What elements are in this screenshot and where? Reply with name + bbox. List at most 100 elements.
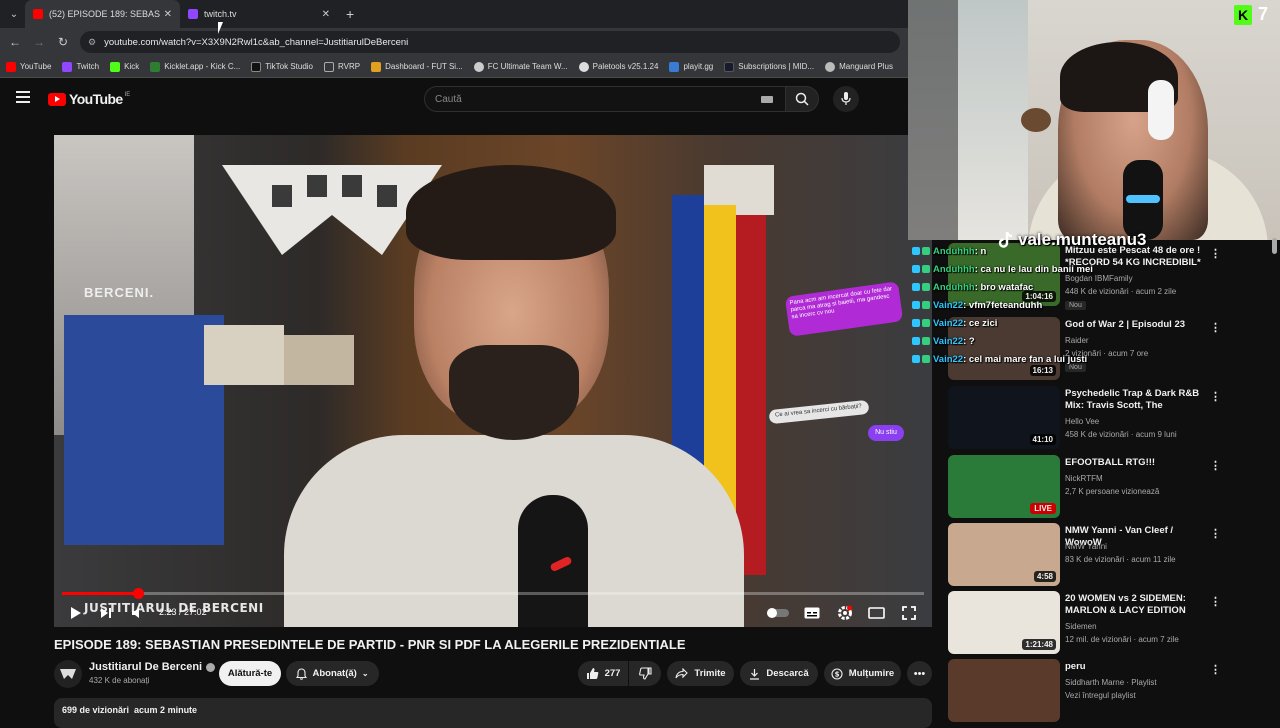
- voice-search-button[interactable]: [833, 86, 859, 112]
- scrubber-handle[interactable]: [132, 588, 144, 599]
- recommended-video[interactable]: LIVE EFOOTBALL RTG!!! NickRTFM 2,7 K persoa…: [948, 455, 1280, 521]
- back-arrow-icon[interactable]: ←: [3, 35, 27, 49]
- close-tab-icon[interactable]: ✕: [322, 9, 330, 20]
- new-tab-button[interactable]: +: [346, 6, 354, 22]
- subtitles-button[interactable]: [802, 605, 822, 621]
- channel-name[interactable]: Bogdan IBMFamily: [1065, 274, 1133, 283]
- video-thumbnail[interactable]: 41:10: [948, 386, 1060, 449]
- subscribed-button[interactable]: Abonat(ă) ⌄: [286, 661, 379, 686]
- channel-name[interactable]: NMW Yanni: [1065, 542, 1107, 551]
- channel-name[interactable]: NickRTFM: [1065, 474, 1103, 483]
- fullscreen-button[interactable]: [899, 605, 919, 621]
- chat-message: Anduhhh: bro watafac: [912, 282, 1033, 293]
- video-meta: Vezi întregul playlist: [1065, 691, 1136, 700]
- bookmark-fut-dashboard[interactable]: Dashboard - FUT Si...: [371, 61, 463, 72]
- video-player[interactable]: BERCENI. Pana acm am incercat doar cu fe…: [54, 135, 932, 627]
- tiktok-icon: [251, 61, 262, 72]
- chat-username: Vain22: [933, 318, 964, 329]
- description-box[interactable]: 699 de vizionări acum 2 minute: [54, 698, 932, 728]
- download-button[interactable]: Descarcă: [740, 661, 818, 686]
- globe-icon: [473, 61, 484, 72]
- bookmark-kicklet[interactable]: Kicklet.app - Kick C...: [150, 61, 240, 72]
- theater-mode-button[interactable]: [866, 605, 886, 621]
- recommended-video[interactable]: 1:21:48 20 WOMEN vs 2 SIDEMEN: MARLON & L…: [948, 591, 1280, 657]
- channel-name[interactable]: Hello Vee: [1065, 417, 1099, 426]
- channel-name[interactable]: Siddharth Marne · Playlist: [1065, 678, 1157, 687]
- bookmark-paletools[interactable]: Paletools v25.1.24: [578, 61, 658, 72]
- bookmark-twitch[interactable]: Twitch: [62, 61, 99, 72]
- browser-toolbar: ← → ↻ ⚙ youtube.com/watch?v=X3X9N2Rwl1c&…: [0, 28, 908, 56]
- channel-name[interactable]: Raider: [1065, 336, 1089, 345]
- theater-mode-icon: [867, 607, 885, 619]
- upload-date: acum 2 minute: [134, 705, 198, 715]
- like-button[interactable]: 277: [578, 661, 628, 686]
- share-button[interactable]: Trimite: [667, 661, 734, 686]
- recommended-video[interactable]: 4:58 NMW Yanni - Van Cleef / WowoW NMW Yan…: [948, 523, 1280, 589]
- search-input[interactable]: Caută: [424, 86, 785, 112]
- recommended-video[interactable]: 16:13 God of War 2 | Episodul 23 Raider 2 v…: [948, 317, 1280, 383]
- more-options-icon[interactable]: ⋮: [1210, 247, 1221, 260]
- video-meta: 12 mil. de vizionări · acum 7 zile: [1065, 635, 1179, 644]
- thanks-button[interactable]: $ Mulțumire: [824, 661, 901, 686]
- site-info-icon[interactable]: ⚙: [88, 37, 96, 48]
- browser-tab-twitch[interactable]: twitch.tv ✕: [180, 0, 338, 28]
- chat-badge-icon: [922, 247, 930, 255]
- share-icon: [675, 668, 689, 679]
- settings-button[interactable]: [835, 605, 855, 621]
- channel-name[interactable]: Justitiarul De Berceni: [89, 661, 216, 673]
- search-button[interactable]: [785, 86, 819, 112]
- more-actions-button[interactable]: •••: [907, 661, 932, 686]
- join-button[interactable]: Alătură-te: [219, 661, 281, 686]
- video-title[interactable]: peru: [1065, 661, 1205, 673]
- more-options-icon[interactable]: ⋮: [1210, 595, 1221, 608]
- bookmark-youtube[interactable]: YouTube: [6, 61, 51, 72]
- video-title[interactable]: 20 WOMEN vs 2 SIDEMEN: MARLON & LACY EDI…: [1065, 593, 1205, 617]
- tab-search-button[interactable]: ⌄: [3, 3, 25, 25]
- address-bar[interactable]: ⚙ youtube.com/watch?v=X3X9N2Rwl1c&ab_cha…: [80, 31, 900, 53]
- chat-message: Vain22: ce zici: [912, 318, 997, 329]
- bookmark-subscriptions[interactable]: Subscriptions | MID...: [724, 61, 814, 72]
- bookmark-kick[interactable]: Kick: [110, 61, 139, 72]
- keyboard-icon[interactable]: [761, 96, 773, 103]
- video-title[interactable]: EFOOTBALL RTG!!!: [1065, 457, 1205, 469]
- bookmark-fc-ultimate-team[interactable]: FC Ultimate Team W...: [473, 61, 568, 72]
- more-options-icon[interactable]: ⋮: [1210, 527, 1221, 540]
- video-thumbnail[interactable]: [948, 659, 1060, 722]
- channel-name[interactable]: Sidemen: [1065, 622, 1097, 631]
- bookmark-manguard[interactable]: Manguard Plus: [825, 61, 893, 72]
- palette-icon: [578, 61, 589, 72]
- youtube-logo[interactable]: YouTube IE: [48, 91, 130, 107]
- recommended-video[interactable]: 41:10 Psychedelic Trap & Dark R&B Mix: Tr…: [948, 386, 1280, 452]
- close-tab-icon[interactable]: ✕: [164, 9, 172, 20]
- video-title[interactable]: God of War 2 | Episodul 23: [1065, 319, 1205, 331]
- bookmark-rvrp[interactable]: RVRP: [324, 61, 360, 72]
- tab-title: twitch.tv: [204, 9, 237, 19]
- autoplay-toggle[interactable]: [766, 605, 790, 621]
- bookmark-tiktok-studio[interactable]: TikTok Studio: [251, 61, 313, 72]
- next-button[interactable]: [98, 605, 114, 621]
- video-title[interactable]: Psychedelic Trap & Dark R&B Mix: Travis …: [1065, 388, 1205, 412]
- more-options-icon[interactable]: ⋮: [1210, 390, 1221, 403]
- sidebar-scrollbar[interactable]: [1272, 238, 1277, 254]
- progress-bar[interactable]: [62, 588, 924, 599]
- volume-icon: [132, 608, 139, 618]
- play-button[interactable]: [68, 605, 84, 621]
- browser-tab-youtube[interactable]: (52) EPISODE 189: SEBASTIAN PRESEDINTELE…: [25, 0, 180, 28]
- volume-button[interactable]: [130, 605, 146, 621]
- video-thumbnail[interactable]: 4:58: [948, 523, 1060, 586]
- dislike-button[interactable]: [629, 661, 661, 686]
- video-thumbnail[interactable]: LIVE: [948, 455, 1060, 518]
- dashboard-icon: [371, 61, 382, 72]
- subtitles-icon: [804, 607, 820, 619]
- forward-arrow-icon[interactable]: →: [27, 35, 51, 49]
- more-options-icon[interactable]: ⋮: [1210, 663, 1221, 676]
- video-thumbnail[interactable]: 1:21:48: [948, 591, 1060, 654]
- subscriber-badge-icon: [912, 265, 920, 273]
- channel-avatar[interactable]: [54, 660, 82, 688]
- menu-hamburger-icon[interactable]: [16, 91, 30, 103]
- bookmark-playit[interactable]: playit.gg: [669, 61, 713, 72]
- more-options-icon[interactable]: ⋮: [1210, 321, 1221, 334]
- more-options-icon[interactable]: ⋮: [1210, 459, 1221, 472]
- recommended-video[interactable]: peru Siddharth Marne · Playlist Vezi între…: [948, 659, 1280, 725]
- reload-icon[interactable]: ↻: [51, 35, 75, 49]
